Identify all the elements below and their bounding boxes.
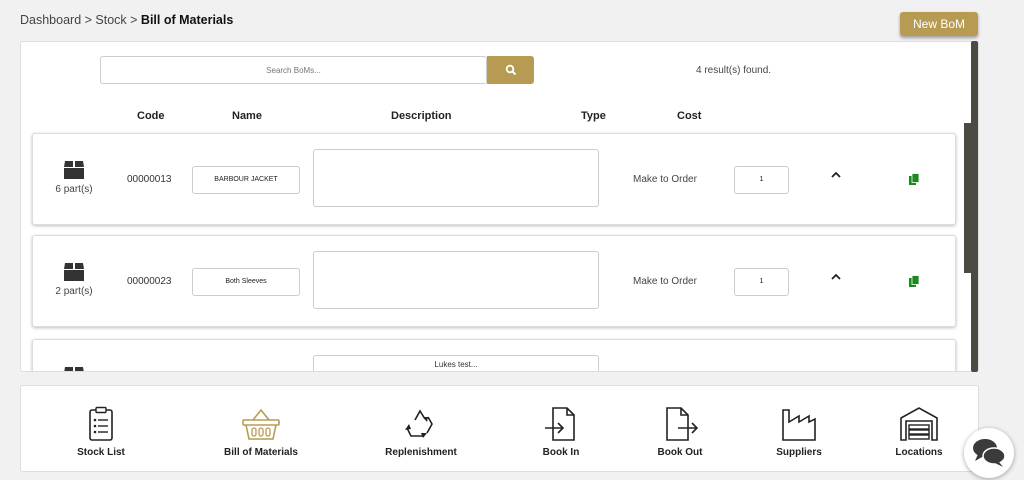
nav-label: Stock List [77, 447, 125, 458]
search-button[interactable] [487, 56, 534, 84]
bom-name-field[interactable]: Both Sleeves [192, 268, 300, 296]
results-count: 4 result(s) found. [696, 65, 772, 76]
nav-replenishment[interactable]: Replenishment [361, 386, 481, 473]
box-icon [64, 263, 84, 281]
new-bom-button[interactable]: New BoM [900, 12, 978, 36]
bom-description-field[interactable]: Lukes test... [313, 355, 599, 371]
copy-icon[interactable] [908, 173, 920, 186]
breadcrumb-separator: > [126, 13, 141, 27]
nav-label: Replenishment [385, 447, 457, 458]
bom-row[interactable]: 2 part(s) 00000023 Both Sleeves Make to … [32, 235, 956, 327]
bom-description-field[interactable] [313, 149, 599, 207]
scrollbar-track[interactable] [971, 41, 978, 372]
nav-book-out[interactable]: Book Out [620, 386, 740, 473]
column-header-description: Description [391, 110, 452, 122]
quantity-field[interactable]: 1 [734, 268, 789, 296]
breadcrumb-current: Bill of Materials [140, 13, 234, 27]
search-icon [505, 64, 516, 76]
bom-type: Make to Order [633, 174, 697, 185]
bom-name-field[interactable]: BARBOUR JACKET [192, 166, 300, 194]
chat-icon [973, 439, 1006, 467]
bom-row[interactable]: 6 part(s) 00000013 BARBOUR JACKET Make t… [32, 133, 956, 225]
breadcrumb-separator: > [81, 13, 96, 27]
column-header-name: Name [232, 110, 262, 122]
box-icon [64, 161, 84, 179]
nav-label: Book Out [657, 447, 703, 458]
description-text: Lukes test... [434, 360, 478, 369]
breadcrumb-dashboard[interactable]: Dashboard [20, 13, 81, 27]
chevron-up-icon[interactable] [830, 272, 842, 282]
nav-book-in[interactable]: Book In [501, 386, 621, 473]
factory-icon [782, 409, 816, 441]
recycle-icon [405, 409, 433, 438]
bom-description-field[interactable] [313, 251, 599, 309]
column-header-type: Type [581, 110, 606, 122]
box-icon [64, 367, 84, 371]
parts-count: 6 part(s) [55, 184, 93, 195]
nav-bill-of-materials[interactable]: Bill of Materials [201, 386, 321, 473]
bom-row[interactable]: Lukes test... [32, 339, 956, 371]
parts-count: 2 part(s) [55, 286, 93, 297]
file-import-icon [545, 407, 575, 441]
copy-icon[interactable] [908, 275, 920, 288]
scrollbar-thumb[interactable] [964, 123, 971, 273]
column-header-code: Code [137, 110, 165, 122]
chevron-up-icon[interactable] [830, 170, 842, 180]
bom-code: 00000023 [127, 276, 172, 287]
column-header-cost: Cost [677, 110, 702, 122]
file-export-icon [666, 407, 699, 441]
nav-suppliers[interactable]: Suppliers [739, 386, 859, 473]
basket-icon [242, 408, 280, 440]
breadcrumb-stock[interactable]: Stock [95, 13, 126, 27]
bottom-nav: Stock List Bill of Materials Replenishme… [20, 385, 979, 472]
nav-label: Locations [895, 447, 943, 458]
quantity-field[interactable]: 1 [734, 166, 789, 194]
nav-label: Book In [542, 447, 580, 458]
description-text [314, 252, 598, 256]
bom-type: Make to Order [633, 276, 697, 287]
warehouse-icon [900, 407, 938, 441]
clipboard-list-icon [89, 406, 113, 441]
description-text [314, 150, 598, 154]
nav-locations[interactable]: Locations [859, 386, 979, 473]
nav-stock-list[interactable]: Stock List [41, 386, 161, 473]
search-input[interactable] [100, 56, 487, 84]
nav-label: Bill of Materials [224, 447, 298, 458]
bom-code: 00000013 [127, 174, 172, 185]
chat-button[interactable] [964, 428, 1014, 478]
breadcrumb: Dashboard > Stock > Bill of Materials [20, 13, 233, 27]
nav-label: Suppliers [776, 447, 822, 458]
bom-list-panel: 4 result(s) found. Code Name Description… [20, 41, 979, 372]
